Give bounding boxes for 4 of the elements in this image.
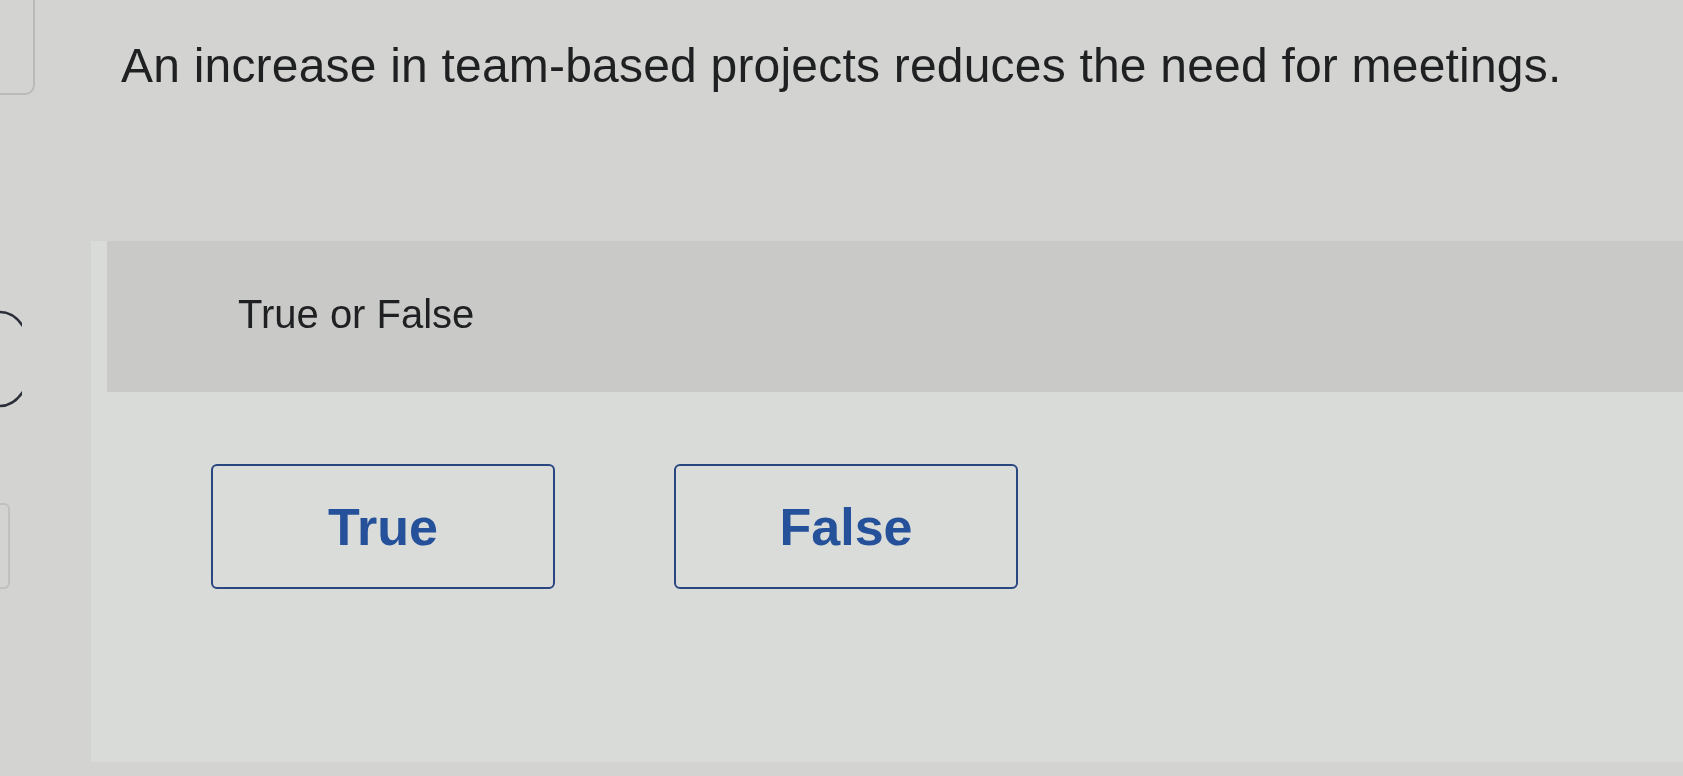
prompt-text: True or False [238,291,475,338]
answer-option-button[interactable]: True [211,464,555,589]
answer-option-button[interactable]: False [674,464,1018,589]
question-text: An increase in team-based projects reduces the need for meetings. [121,38,1562,94]
